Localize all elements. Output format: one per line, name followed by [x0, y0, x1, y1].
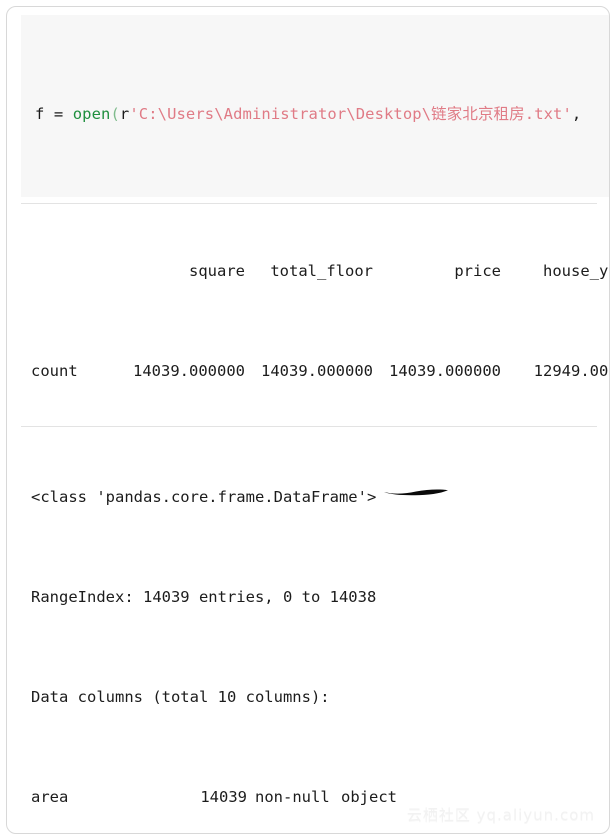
info-range-index-prefix: RangeIndex: 14039 entries, 0 to: [31, 588, 330, 606]
code-line-1-pre: f =: [35, 105, 73, 123]
describe-cell: 14039.000000: [261, 362, 373, 380]
describe-col-header-square: square: [189, 262, 245, 280]
open-function-token: open: [72, 105, 111, 123]
info-data-columns-text: Data columns (total 10 columns):: [31, 688, 330, 706]
describe-col-header-price: price: [454, 262, 501, 280]
describe-col-header-total-floor: total_floor: [270, 262, 373, 280]
info-class-text: <class 'pandas.core.frame.DataFrame'>: [31, 488, 377, 506]
describe-cell: 14039.000000: [133, 362, 245, 380]
code-line-1-paren: (: [110, 105, 120, 123]
info-column-name: area: [31, 788, 69, 806]
site-watermark: 云栖社区 yq.aliyun.com: [406, 806, 595, 824]
cell-separator-rule-2: [21, 426, 597, 427]
describe-header-row: square total_floor price house_yea: [21, 259, 609, 284]
describe-row-count: count 14039.000000 14039.000000 14039.00000…: [21, 359, 609, 384]
info-column-count: 14039: [200, 788, 247, 806]
info-output-area: <class 'pandas.core.frame.DataFrame'> Ra…: [21, 435, 609, 825]
info-column-dtype: object: [341, 788, 397, 806]
describe-output-area: square total_floor price house_yea count 140…: [21, 209, 609, 409]
describe-cell: 12949.0000: [533, 362, 609, 380]
code-lines[interactable]: f = open(r'C:\Users\Administrator\Deskto…: [21, 15, 609, 197]
file-path-string: 'C:\Users\Administrator\Desktop\链家北京租房.t…: [129, 105, 572, 123]
info-column-null: non-null: [255, 788, 330, 806]
notebook-frame: f = open(r'C:\Users\Administrator\Deskto…: [6, 6, 610, 834]
code-input-cell[interactable]: f = open(r'C:\Users\Administrator\Deskto…: [21, 15, 609, 197]
info-range-index-value: 14038: [329, 588, 377, 606]
code-line-1-post: ,: [571, 105, 582, 123]
info-class-line: <class 'pandas.core.frame.DataFrame'>: [21, 485, 609, 510]
describe-row-label-count: count: [31, 362, 78, 380]
code-line-1: f = open(r'C:\Users\Administrator\Deskto…: [35, 102, 609, 127]
cell-separator-rule-1: [21, 203, 597, 204]
info-data-columns-line: Data columns (total 10 columns):: [21, 685, 609, 710]
describe-col-header-house-year: house_yea: [543, 262, 609, 280]
info-range-index-line: RangeIndex: 14039 entries, 0 to 14038: [21, 585, 609, 610]
describe-cell: 14039.000000: [389, 362, 501, 380]
raw-string-prefix: r: [119, 105, 130, 123]
